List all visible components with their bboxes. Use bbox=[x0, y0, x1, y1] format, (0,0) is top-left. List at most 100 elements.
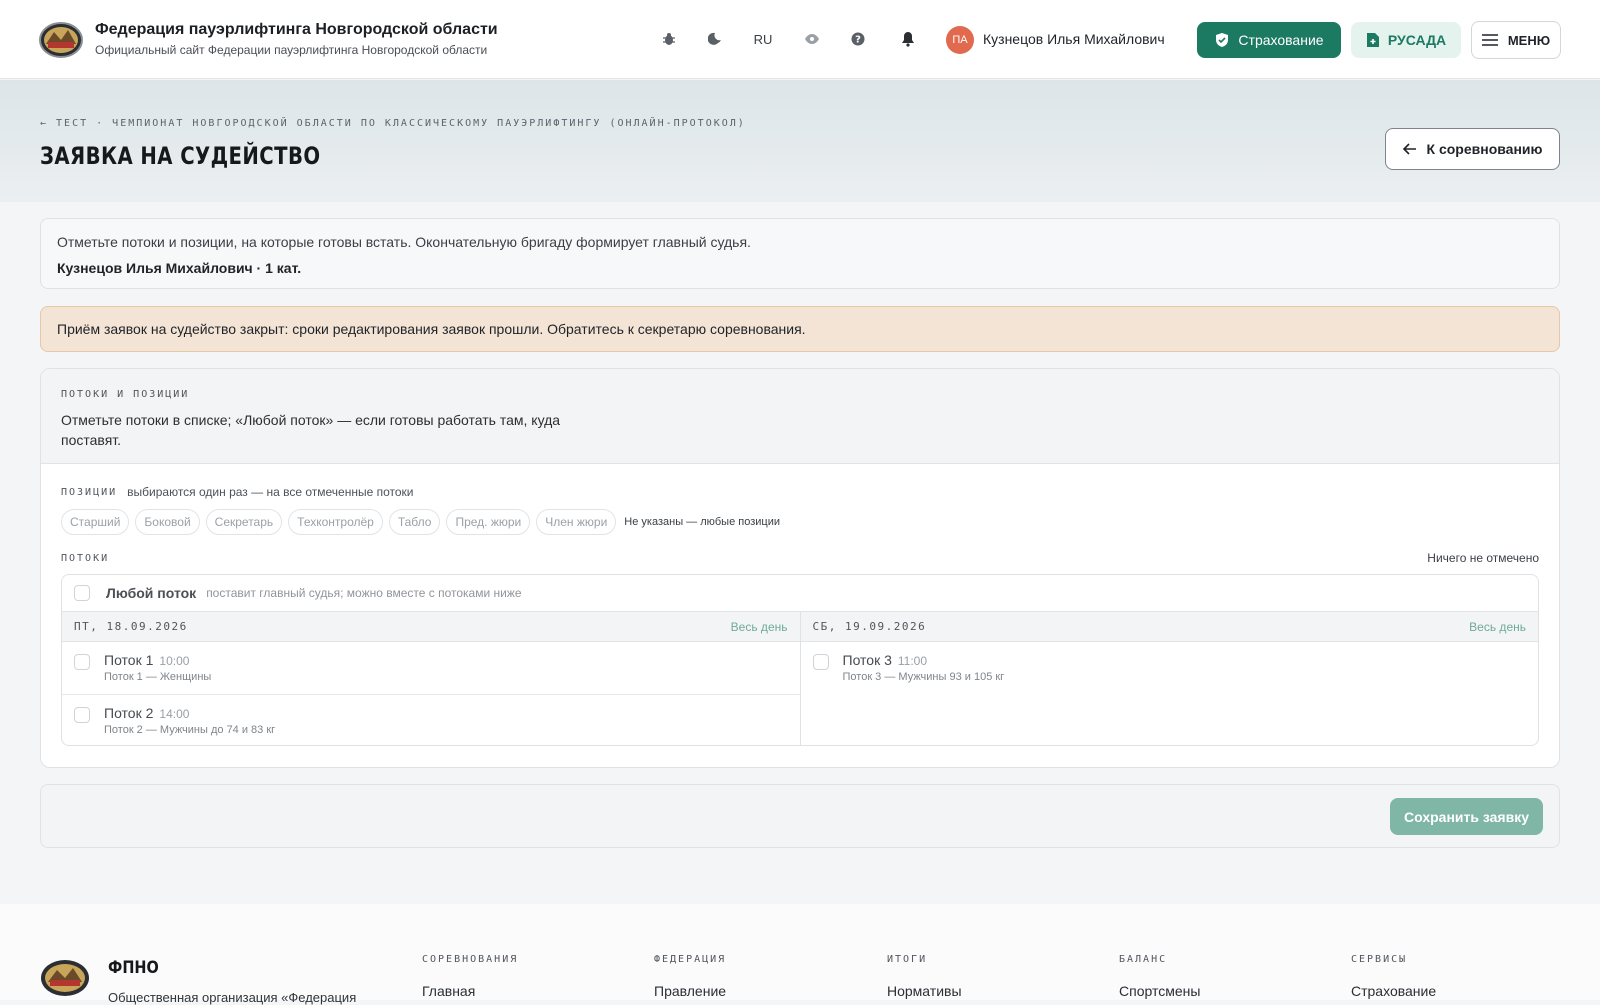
footer-column-title: СЕРВИСЫ bbox=[1351, 954, 1408, 965]
footer-logo[interactable] bbox=[38, 956, 92, 1000]
footer-column: СЕРВИСЫ Страхование bbox=[1351, 954, 1436, 999]
insurance-label: Страхование bbox=[1238, 32, 1324, 48]
stream-time: 11:00 bbox=[897, 654, 928, 668]
footer: ФПНО Общественная организация «Федерация… bbox=[0, 904, 1600, 1005]
site-subtitle: Официальный сайт Федерации пауэрлифтинга… bbox=[95, 43, 488, 57]
any-stream-hint: поставит главный судья; можно вместе с п… bbox=[206, 586, 522, 600]
stream-row[interactable]: Поток 2 14:00 Поток 2 — Мужчины до 74 и 8… bbox=[62, 694, 800, 745]
info-text: Отметьте потоки и позиции, на которые го… bbox=[57, 234, 751, 250]
rusada-label: РУСАДА bbox=[1387, 32, 1447, 48]
whole-day-link[interactable]: Весь день bbox=[731, 620, 788, 634]
insurance-button[interactable]: Страхование bbox=[1197, 22, 1341, 58]
page-title: ЗАЯВКА НА СУДЕЙСТВО bbox=[40, 142, 321, 170]
stream-title: Поток 2 bbox=[104, 705, 154, 721]
section-label: ПОТОКИ И ПОЗИЦИИ bbox=[61, 389, 190, 400]
footer-column: БАЛАНС Спортсмены bbox=[1119, 954, 1200, 999]
day-header: СБ, 19.09.2026 Весь день bbox=[800, 612, 1538, 642]
day-date: ПТ, 18.09.2026 bbox=[74, 620, 188, 633]
stream-row[interactable]: Поток 1 10:00 Поток 1 — Женщины bbox=[62, 642, 800, 694]
footer-link[interactable]: Нормативы bbox=[887, 983, 962, 999]
footer-column: ИТОГИ Нормативы bbox=[887, 954, 962, 999]
stream-time: 14:00 bbox=[159, 707, 190, 721]
positions-hint: выбираются один раз — на все отмеченные … bbox=[127, 485, 414, 499]
day-column: СБ, 19.09.2026 Весь день Поток 3 11:00 По… bbox=[799, 612, 1539, 745]
streams-positions-card: ПОТОКИ И ПОЗИЦИИ Отметьте потоки в списк… bbox=[40, 368, 1560, 768]
document-plus-icon bbox=[1366, 33, 1379, 47]
federation-logo[interactable] bbox=[38, 18, 84, 62]
shield-icon bbox=[1216, 33, 1229, 47]
avatar[interactable]: ПА bbox=[946, 26, 974, 54]
footer-brand: ФПНО bbox=[108, 958, 159, 978]
moon-icon[interactable] bbox=[704, 28, 726, 50]
back-to-competition-button[interactable]: К соревнованию bbox=[1385, 128, 1560, 170]
top-header: Федерация пауэрлифтинга Новгородской обл… bbox=[0, 0, 1600, 79]
judge-name: Кузнецов Илья Михайлович · 1 кат. bbox=[57, 260, 302, 276]
user-name[interactable]: Кузнецов Илья Михайлович bbox=[983, 31, 1165, 47]
bug-icon[interactable] bbox=[658, 28, 680, 50]
arrow-left-icon bbox=[1402, 143, 1416, 155]
position-chip[interactable]: Старший bbox=[61, 509, 130, 535]
position-chip[interactable]: Член жюри bbox=[536, 509, 617, 535]
any-stream-row[interactable]: Любой поток поставит главный судья; можн… bbox=[62, 575, 1538, 612]
any-stream-checkbox[interactable] bbox=[74, 585, 90, 601]
language-switch[interactable]: RU bbox=[752, 28, 774, 50]
eye-icon[interactable] bbox=[801, 28, 823, 50]
footer-link[interactable]: Главная bbox=[422, 983, 518, 999]
stream-title: Поток 1 bbox=[104, 652, 154, 668]
day-header: ПТ, 18.09.2026 Весь день bbox=[62, 612, 800, 642]
position-chip[interactable]: Секретарь bbox=[205, 509, 283, 535]
breadcrumb[interactable]: ← ТЕСТ · ЧЕМПИОНАТ НОВГОРОДСКОЙ ОБЛАСТИ … bbox=[40, 118, 746, 129]
footer-column-title: ФЕДЕРАЦИЯ bbox=[654, 954, 727, 965]
day-column: ПТ, 18.09.2026 Весь день Поток 1 10:00 По… bbox=[62, 612, 800, 745]
footer-link[interactable]: Правление bbox=[654, 983, 726, 999]
streams-label: ПОТОКИ bbox=[61, 553, 110, 564]
footer-link[interactable]: Страхование bbox=[1351, 983, 1436, 999]
stream-description: Поток 2 — Мужчины до 74 и 83 кг bbox=[104, 724, 276, 736]
footer-org: Общественная организация «Федерация bbox=[108, 990, 357, 1005]
footer-column-title: ИТОГИ bbox=[887, 954, 928, 965]
site-title: Федерация пауэрлифтинга Новгородской обл… bbox=[95, 21, 498, 38]
stream-description: Поток 1 — Женщины bbox=[104, 671, 212, 683]
footer-column: ФЕДЕРАЦИЯ Правление bbox=[654, 954, 726, 999]
stream-time: 10:00 bbox=[159, 654, 190, 668]
streams-table: Любой поток поставит главный судья; можн… bbox=[61, 574, 1539, 746]
site-brand[interactable]: Федерация пауэрлифтинга Новгородской обл… bbox=[95, 21, 498, 57]
positions-label: ПОЗИЦИИ bbox=[61, 486, 118, 498]
stream-checkbox[interactable] bbox=[74, 707, 90, 723]
closed-warning: Приём заявок на судейство закрыт: сроки … bbox=[40, 306, 1560, 352]
whole-day-link[interactable]: Весь день bbox=[1469, 620, 1526, 634]
positions-chips: Старший Боковой Секретарь Техконтролёр Т… bbox=[61, 509, 780, 535]
menu-button[interactable]: МЕНЮ bbox=[1471, 21, 1561, 59]
menu-label: МЕНЮ bbox=[1507, 32, 1551, 48]
card-header: ПОТОКИ И ПОЗИЦИИ Отметьте потоки в списк… bbox=[41, 369, 1559, 464]
footer-column-title: СОРЕВНОВАНИЯ bbox=[422, 954, 519, 965]
positions-note: Не указаны — любые позиции bbox=[624, 516, 780, 528]
position-chip[interactable]: Пред. жюри bbox=[446, 509, 531, 535]
day-date: СБ, 19.09.2026 bbox=[812, 620, 927, 633]
hamburger-icon bbox=[1481, 34, 1498, 46]
footer-link[interactable]: Спортсмены bbox=[1119, 983, 1200, 999]
days-grid: ПТ, 18.09.2026 Весь день Поток 1 10:00 По… bbox=[62, 612, 1539, 745]
info-card: Отметьте потоки и позиции, на которые го… bbox=[40, 218, 1560, 289]
help-icon[interactable]: ? bbox=[847, 28, 869, 50]
rusada-button[interactable]: РУСАДА bbox=[1351, 22, 1461, 58]
svg-text:?: ? bbox=[855, 35, 861, 46]
selection-status: Ничего не отмечено bbox=[1427, 551, 1539, 565]
section-description: Отметьте потоки в списке; «Любой поток» … bbox=[61, 412, 561, 448]
footer-column: СОРЕВНОВАНИЯ Главная bbox=[422, 954, 518, 999]
save-bar: Сохранить заявку bbox=[40, 784, 1560, 848]
page-hero: ← ТЕСТ · ЧЕМПИОНАТ НОВГОРОДСКОЙ ОБЛАСТИ … bbox=[0, 80, 1600, 202]
back-label: К соревнованию bbox=[1426, 141, 1543, 157]
footer-column-title: БАЛАНС bbox=[1119, 954, 1168, 965]
position-chip[interactable]: Табло bbox=[388, 509, 441, 535]
bell-icon[interactable] bbox=[897, 28, 919, 50]
any-stream-label: Любой поток bbox=[106, 585, 197, 601]
save-application-button[interactable]: Сохранить заявку bbox=[1390, 798, 1543, 835]
position-chip[interactable]: Техконтролёр bbox=[288, 509, 383, 535]
stream-checkbox[interactable] bbox=[74, 654, 90, 670]
position-chip[interactable]: Боковой bbox=[135, 509, 200, 535]
stream-description: Поток 3 — Мужчины 93 и 105 кг bbox=[842, 671, 1005, 683]
stream-row[interactable]: Поток 3 11:00 Поток 3 — Мужчины 93 и 105 … bbox=[801, 642, 1539, 694]
positions-header: ПОЗИЦИИ выбираются один раз — на все отм… bbox=[61, 485, 414, 499]
stream-checkbox[interactable] bbox=[812, 654, 829, 670]
